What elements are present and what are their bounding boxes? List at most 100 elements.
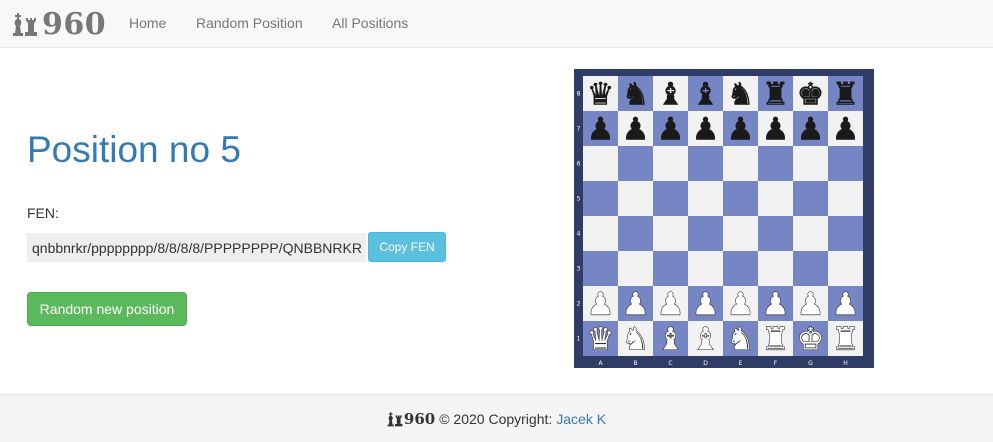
- board-square-b4[interactable]: [618, 216, 653, 251]
- board-square-h6[interactable]: [828, 146, 863, 181]
- chess-pieces-icon: [387, 411, 403, 426]
- white-queen-icon[interactable]: ♛: [586, 321, 615, 358]
- file-label: F: [774, 360, 778, 367]
- board-square-a6[interactable]: [583, 146, 618, 181]
- board-square-d6[interactable]: [688, 146, 723, 181]
- board-square-g5[interactable]: [793, 181, 828, 216]
- board-square-c3[interactable]: [653, 251, 688, 286]
- white-rook-icon[interactable]: ♜: [761, 321, 790, 358]
- rank-label: 1: [577, 336, 581, 343]
- white-pawn-icon[interactable]: ♟: [586, 286, 615, 323]
- black-rook-icon[interactable]: ♜: [761, 76, 790, 113]
- white-pawn-icon[interactable]: ♟: [796, 286, 825, 323]
- black-pawn-icon[interactable]: ♟: [586, 111, 615, 148]
- white-pawn-icon[interactable]: ♟: [621, 286, 650, 323]
- board-square-a3[interactable]: [583, 251, 618, 286]
- rank-label: 2: [577, 301, 581, 308]
- black-pawn-icon[interactable]: ♟: [796, 111, 825, 148]
- board-square-a4[interactable]: [583, 216, 618, 251]
- board-square-h5[interactable]: [828, 181, 863, 216]
- file-label: E: [739, 360, 743, 367]
- copy-fen-button[interactable]: Copy FEN: [368, 232, 446, 262]
- board-square-d3[interactable]: [688, 251, 723, 286]
- black-knight-icon[interactable]: ♞: [726, 76, 755, 113]
- black-knight-icon[interactable]: ♞: [621, 76, 650, 113]
- board-square-f6[interactable]: [758, 146, 793, 181]
- board-square-d4[interactable]: [688, 216, 723, 251]
- chess-pieces-icon: [13, 13, 37, 36]
- board-square-e4[interactable]: [723, 216, 758, 251]
- board-square-e6[interactable]: [723, 146, 758, 181]
- white-pawn-icon[interactable]: ♟: [691, 286, 720, 323]
- board-square-b3[interactable]: [618, 251, 653, 286]
- black-bishop-icon[interactable]: ♝: [656, 76, 685, 113]
- black-pawn-icon[interactable]: ♟: [621, 111, 650, 148]
- white-knight-icon[interactable]: ♞: [726, 321, 755, 358]
- file-label: D: [703, 360, 708, 367]
- file-label: H: [843, 360, 848, 367]
- board-square-f4[interactable]: [758, 216, 793, 251]
- nav-all-positions[interactable]: All Positions: [332, 15, 408, 31]
- black-king-icon[interactable]: ♚: [796, 76, 825, 113]
- board-square-e3[interactable]: [723, 251, 758, 286]
- rank-label: 6: [577, 161, 581, 168]
- footer: 960 © 2020 Copyright: Jacek K: [0, 394, 993, 442]
- board-square-h4[interactable]: [828, 216, 863, 251]
- file-label: G: [808, 360, 813, 367]
- file-label: A: [598, 360, 603, 367]
- white-bishop-icon[interactable]: ♝: [691, 321, 720, 358]
- black-queen-icon[interactable]: ♛: [586, 76, 615, 113]
- board-square-a5[interactable]: [583, 181, 618, 216]
- board-square-c4[interactable]: [653, 216, 688, 251]
- board-square-f3[interactable]: [758, 251, 793, 286]
- board-square-g6[interactable]: [793, 146, 828, 181]
- random-position-button[interactable]: Random new position: [27, 292, 187, 326]
- white-pawn-icon[interactable]: ♟: [726, 286, 755, 323]
- fen-field[interactable]: [27, 233, 366, 262]
- fen-label: FEN:: [27, 205, 59, 221]
- board-square-h3[interactable]: [828, 251, 863, 286]
- rank-label: 4: [577, 231, 581, 238]
- footer-brand-text: 960: [403, 409, 436, 428]
- black-pawn-icon[interactable]: ♟: [691, 111, 720, 148]
- board-square-c5[interactable]: [653, 181, 688, 216]
- footer-brand: 960: [387, 410, 435, 428]
- black-pawn-icon[interactable]: ♟: [761, 111, 790, 148]
- chess-board: ♛ ♞ ♝ ♝ ♞ ♜ ♚ ♜ ♟ ♟ ♟ ♟ ♟ ♟ ♟ ♟ ♟ ♟ ♟ ♟ ♟ ♟ ♟ ♟ ♛ ♞ ♝ ♝ ♞ ♜ ♚ ♜ 8 7 6 5 4 3 2 1…: [574, 69, 874, 368]
- black-rook-icon[interactable]: ♜: [831, 76, 860, 113]
- navbar: 960 Home Random Position All Positions: [0, 0, 993, 48]
- chess-board-svg: ♛ ♞ ♝ ♝ ♞ ♜ ♚ ♜♟ ♟ ♟ ♟ ♟ ♟ ♟ ♟♟ ♟ ♟ ♟ ♟ ♟ ♟ ♟♛ ♞ ♝ ♝ ♞ ♜ ♚ ♜87654321…: [577, 76, 863, 367]
- rank-label: 8: [577, 91, 581, 98]
- black-pawn-icon[interactable]: ♟: [726, 111, 755, 148]
- white-king-icon[interactable]: ♚: [796, 321, 825, 358]
- rank-label: 3: [577, 266, 581, 273]
- black-pawn-icon[interactable]: ♟: [656, 111, 685, 148]
- white-knight-icon[interactable]: ♞: [621, 321, 650, 358]
- board-square-g4[interactable]: [793, 216, 828, 251]
- board-square-c6[interactable]: [653, 146, 688, 181]
- white-pawn-icon[interactable]: ♟: [656, 286, 685, 323]
- black-pawn-icon[interactable]: ♟: [831, 111, 860, 148]
- nav-random-position[interactable]: Random Position: [196, 15, 303, 31]
- black-bishop-icon[interactable]: ♝: [691, 76, 720, 113]
- page-title: Position no 5: [27, 129, 241, 170]
- brand-text: 960: [42, 6, 107, 42]
- footer-author-link[interactable]: Jacek K: [556, 411, 606, 427]
- board-square-e5[interactable]: [723, 181, 758, 216]
- board-square-d5[interactable]: [688, 181, 723, 216]
- white-bishop-icon[interactable]: ♝: [656, 321, 685, 358]
- brand-logo[interactable]: 960: [12, 6, 106, 42]
- file-label: B: [633, 360, 637, 367]
- rank-label: 5: [577, 196, 581, 203]
- file-label: C: [668, 360, 672, 367]
- footer-copyright: © 2020 Copyright:: [439, 410, 553, 427]
- board-square-f5[interactable]: [758, 181, 793, 216]
- white-pawn-icon[interactable]: ♟: [761, 286, 790, 323]
- white-rook-icon[interactable]: ♜: [831, 321, 860, 358]
- rank-label: 7: [577, 126, 581, 133]
- board-square-b6[interactable]: [618, 146, 653, 181]
- white-pawn-icon[interactable]: ♟: [831, 286, 860, 323]
- nav-home[interactable]: Home: [129, 15, 166, 31]
- board-square-b5[interactable]: [618, 181, 653, 216]
- board-square-g3[interactable]: [793, 251, 828, 286]
